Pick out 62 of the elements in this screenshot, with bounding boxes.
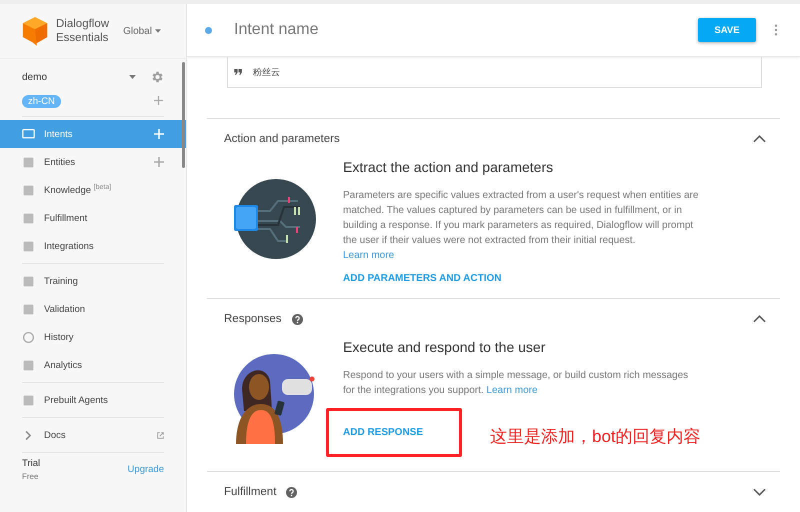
nav-item[interactable]: Validation [0,295,186,323]
nav-item[interactable]: Knowledge $^{[beta]}$ [0,176,186,204]
section-heading: Execute and respond to the user [343,339,546,355]
help-icon[interactable] [292,314,303,324]
section-title: Fulfillment [224,486,276,498]
nav-label: Validation [44,304,86,314]
nav-item[interactable]: History [0,323,186,351]
training-phrase-row[interactable]: 粉丝云 [227,57,762,88]
training-phrase: 粉丝云 [253,66,280,78]
settings-icon[interactable] [150,70,164,84]
nav-label: Knowledge $^{[beta]}$ [44,184,112,196]
nav-label: Analytics [44,360,84,370]
caret-icon[interactable] [129,75,136,79]
nav-label: Prebuilt Agents [44,394,109,406]
help-icon[interactable] [286,486,298,498]
section-title: Action and parameters [224,133,340,145]
nav-icon [22,184,35,196]
nav-item[interactable]: Training [0,267,186,295]
nav-icon [22,274,35,288]
nav-label: Integrations [44,240,95,252]
chevron-icon[interactable] [753,135,766,143]
add-icon[interactable] [154,157,164,167]
section-description: Respond to your users with a simple message, or build custom rich messages for the integrations you support. Learn more [343,369,690,398]
nav-item[interactable]: Integrations [0,232,186,260]
nav-icon [22,394,35,406]
nav-icon [22,358,35,372]
nav-label: Docs [44,430,67,440]
external-link-icon [157,432,164,438]
nav-item[interactable]: Fulfillment [0,204,186,232]
nav-icon [22,302,35,316]
section-title: Responses [224,313,282,325]
chevron-icon[interactable] [753,315,766,323]
status-dot [205,26,212,34]
nav-label: History [44,332,75,342]
nav-item[interactable]: Docs [0,421,186,449]
nav-label: Intents [44,128,74,140]
nav-icon [22,156,35,168]
region-dropdown[interactable]: Global [123,26,161,36]
section-heading: Extract the action and parameters [343,159,554,175]
nav-item[interactable]: Prebuilt Agents [0,386,186,414]
product-name: Dialogflow [56,17,110,31]
nav-icon [22,128,35,140]
nav-icon [22,330,35,344]
caret-icon [154,28,161,33]
product-edition: Essentials [56,31,110,45]
agent-name: demo [22,72,48,82]
section-description: Parameters are specific values extracted from a user's request when entities are matched. The values captured by parameters can be used in fulfillment, or in building a response. If you mark parameters as required, Dialogflow will prompt the user if their values were not extracted from their initial request. [343,189,699,248]
plan-name: Trial [22,458,42,469]
chevron-icon[interactable] [753,488,766,496]
more-options-icon[interactable] [774,24,778,36]
nav-label: Training [44,276,79,286]
plan-subtitle: Free [22,472,40,481]
annotation-text: 这里是添加，bot的回复内容 [490,426,701,448]
nav-label: Entities [44,156,76,168]
nav-icon [22,240,35,252]
nav-item[interactable]: Entities [0,148,186,176]
nav-label: Fulfillment [44,212,88,224]
nav-item[interactable]: Analytics [0,351,186,379]
add-language-icon[interactable] [154,96,164,106]
logo-icon [22,16,48,46]
nav-icon [22,212,35,224]
quote-icon [234,69,243,75]
